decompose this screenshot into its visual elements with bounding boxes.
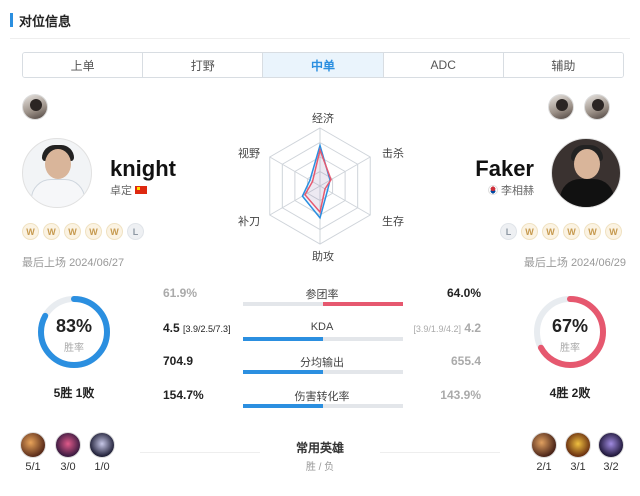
stat-name: 分均输出 [300,357,344,369]
left-hero-1-record: 5/1 [25,461,41,473]
left-player-avatar[interactable] [22,138,92,208]
left-player-realname-text: 卓定 [110,185,132,197]
result-badge: L [127,223,144,240]
stat-row-kda: 4.5 [3.9/2.5/7.3] KDA [3.9/1.9/4.2] 4.2 [163,321,481,341]
header-divider [10,38,630,39]
tab-support[interactable]: 辅助 [503,53,623,77]
result-badge: W [43,223,60,240]
stat-left-bar [243,337,323,341]
stat-left-bar [243,370,323,374]
right-last-played: 最后上场 2024/06/29 [524,254,626,270]
stat-left-fill [243,337,323,341]
left-player-small-avatar[interactable] [22,94,48,120]
radar-label-cs: 补刀 [238,216,260,228]
right-player-name[interactable]: Faker [475,156,534,182]
radar-label-survival: 生存 [382,216,404,228]
result-badge: W [563,223,580,240]
left-winrate-value: 83% [55,316,93,336]
stat-right-bar [323,370,403,374]
right-hero-3-record: 3/2 [603,461,619,473]
position-tabs: 上单 打野 中单 ADC 辅助 [22,52,624,78]
china-flag-icon [135,186,147,194]
result-badge: W [22,223,39,240]
stat-name: 参团率 [305,289,339,301]
radar-label-vision: 视野 [238,148,260,160]
header-accent-bar [10,13,13,27]
tab-top[interactable]: 上单 [23,53,144,77]
right-player-realname-text: 李相赫 [501,185,534,197]
stat-left-fill [243,404,323,408]
result-badge: W [106,223,123,240]
left-last-played-label: 最后上场 [22,257,66,269]
result-badge: W [521,223,538,240]
tab-jungle[interactable]: 打野 [143,53,264,77]
right-winrate-value: 67% [551,316,589,336]
right-record: 4胜 2败 [549,386,591,400]
tab-mid[interactable]: 中单 [263,53,384,77]
left-record: 5胜 1败 [53,386,95,400]
stat-row-participation: 61.9% 参团率 64.0% [163,286,481,306]
stat-right-value: 64.0% [446,286,481,300]
right-player-small-avatar-1[interactable] [548,94,574,120]
left-hero-2-record: 3/0 [60,461,76,473]
right-hero-1-record: 2/1 [536,461,552,473]
stat-right-bar [323,404,403,408]
result-badge: W [542,223,559,240]
right-hero-3-icon[interactable] [598,432,624,458]
right-hero-2-icon[interactable] [565,432,591,458]
left-hero-1-icon[interactable] [20,432,46,458]
left-winrate-label: 胜率 [64,343,84,354]
stat-right-bar [323,337,403,341]
radar-label-kills: 击杀 [382,148,404,160]
left-recent-results: W W W W W L [22,223,144,240]
stat-left-bar [243,302,323,306]
left-hero-2-icon[interactable] [55,432,81,458]
result-badge: W [85,223,102,240]
radar-label-economy: 经济 [312,113,334,125]
stat-left-fill [243,370,323,374]
result-badge: L [500,223,517,240]
result-badge: W [584,223,601,240]
radar-chart: 经济 击杀 生存 助攻 补刀 视野 [220,100,420,270]
stat-row-dpm: 704.9 分均输出 655.4 [163,354,481,374]
left-last-played-date: 2024/06/27 [69,257,125,269]
stat-right-value: 143.9% [440,388,481,402]
right-player-realname: 李相赫 [488,182,534,198]
section-title: 对位信息 [19,13,72,29]
stat-right-value: 655.4 [450,354,481,368]
left-last-played: 最后上场 2024/06/27 [22,254,124,270]
left-hero-3-record: 1/0 [94,461,110,473]
left-player-name[interactable]: knight [110,156,176,182]
result-badge: W [605,223,622,240]
tab-adc[interactable]: ADC [383,53,504,77]
right-hero-1-icon[interactable] [531,432,557,458]
right-last-played-date: 2024/06/29 [570,257,626,269]
right-player-avatar[interactable] [551,138,621,208]
left-hero-3-icon[interactable] [89,432,115,458]
korea-flag-icon [488,185,498,195]
left-winrate-gauge: 83% 胜率 [34,292,114,372]
radar-label-assists: 助攻 [312,251,334,263]
section-header: 对位信息 [10,10,71,30]
stat-left-bar [243,404,323,408]
stat-right-value: [3.9/1.9/4.2] 4.2 [413,321,481,335]
right-player-small-avatar-2[interactable] [584,94,610,120]
right-hero-2-record: 3/1 [570,461,586,473]
right-last-played-label: 最后上场 [523,257,568,269]
left-player-realname: 卓定 [110,182,147,198]
right-recent-results: L W W W W W [500,223,622,240]
right-winrate-gauge: 67% 胜率 [530,292,610,372]
result-badge: W [64,223,81,240]
stat-name: 伤害转化率 [294,391,350,403]
stat-right-bar [323,302,403,306]
stat-row-damage-conversion: 154.7% 伤害转化率 143.9% [163,388,481,408]
stat-right-fill [323,302,403,306]
right-winrate-label: 胜率 [560,343,580,354]
